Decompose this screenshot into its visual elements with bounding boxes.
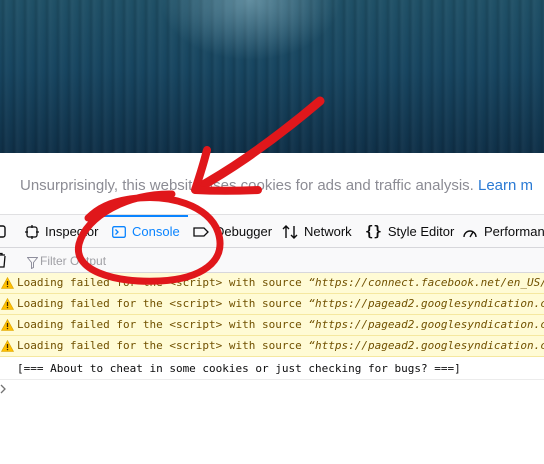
devtools-toolbar: Inspector Console Debugger Network {} St… (0, 215, 544, 248)
learn-more-link[interactable]: Learn m (478, 177, 533, 194)
warning-message-text: Loading failed for the <script> with sou… (17, 339, 309, 352)
tab-inspector[interactable]: Inspector (25, 215, 98, 248)
console-output: Loading failed for the <script> with sou… (0, 273, 544, 464)
tab-style-editor[interactable]: {} Style Editor (365, 215, 454, 248)
console-warning-message[interactable]: Loading failed for the <script> with sou… (0, 315, 544, 336)
performance-icon (462, 225, 478, 239)
warning-icon (0, 297, 15, 313)
tab-style-editor-label: Style Editor (387, 224, 455, 239)
cookie-notice-text: Unsurprisingly, this website uses cookie… (20, 177, 533, 194)
console-input-prompt[interactable] (0, 384, 8, 397)
warning-message-text: Loading failed for the <script> with sou… (17, 276, 309, 289)
tab-performance[interactable]: Performance (462, 215, 544, 248)
warning-icon (0, 318, 15, 334)
script-source-url: “https://connect.facebook.net/en_US/fbev… (308, 276, 544, 289)
network-icon (282, 224, 298, 240)
trash-icon[interactable] (0, 252, 6, 272)
toolbox-picker-button[interactable] (0, 215, 7, 248)
warning-message-text: Loading failed for the <script> with sou… (17, 297, 309, 310)
console-warning-message[interactable]: Loading failed for the <script> with sou… (0, 294, 544, 315)
debugger-icon (193, 225, 209, 239)
hero-banner-image (0, 0, 544, 153)
warning-icon (0, 276, 15, 292)
tab-inspector-label: Inspector (45, 224, 99, 239)
script-source-url: “https://pagead2.googlesyndication.com/p… (308, 297, 544, 310)
tab-debugger[interactable]: Debugger (193, 215, 272, 248)
element-picker-icon (0, 224, 6, 238)
console-warning-message[interactable]: Loading failed for the <script> with sou… (0, 273, 544, 294)
tab-network[interactable]: Network (282, 215, 352, 248)
console-warning-message[interactable]: Loading failed for the <script> with sou… (0, 336, 544, 357)
log-message-text: [=== About to cheat in some cookies or j… (17, 362, 461, 375)
warning-icon (0, 339, 15, 355)
console-log-message[interactable]: [=== About to cheat in some cookies or j… (0, 359, 544, 380)
cookie-notice-message: Unsurprisingly, this website uses cookie… (20, 177, 474, 194)
script-source-url: “https://pagead2.googlesyndication.com/p… (308, 339, 544, 352)
console-toolbar (0, 248, 544, 273)
console-icon (112, 225, 126, 239)
warning-message-text: Loading failed for the <script> with sou… (17, 318, 309, 331)
cookie-notice: Unsurprisingly, this website uses cookie… (0, 153, 544, 215)
script-source-url: “https://pagead2.googlesyndication.com/p… (308, 318, 544, 331)
filter-output-input[interactable] (24, 251, 324, 270)
style-editor-icon: {} (365, 223, 382, 240)
tab-console-label: Console (132, 224, 180, 239)
tab-debugger-label: Debugger (215, 224, 273, 239)
tab-performance-label: Performance (484, 224, 544, 239)
inspector-icon (25, 224, 39, 239)
tab-console[interactable]: Console (104, 215, 188, 248)
chevron-right-icon (0, 384, 6, 394)
tab-network-label: Network (304, 224, 352, 239)
